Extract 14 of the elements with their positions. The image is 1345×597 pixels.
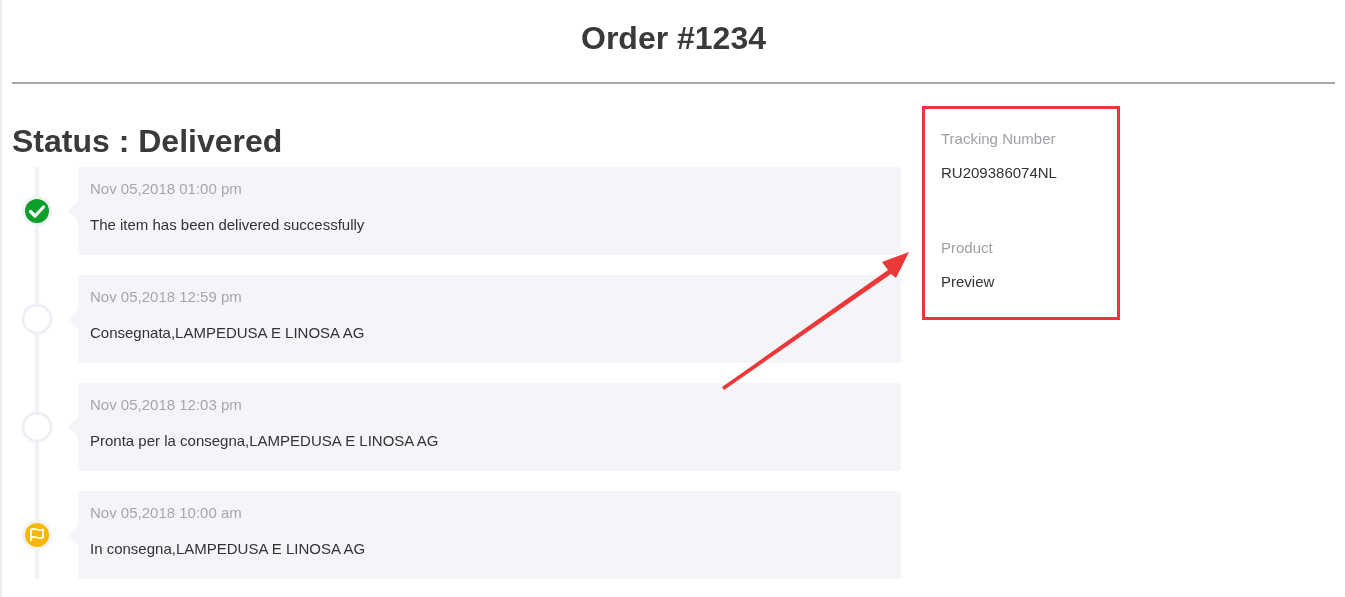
event-date: Nov 05,2018 10:00 am — [90, 503, 243, 523]
event-description: Pronta per la consegna,LAMPEDUSA E LINOSA AG — [90, 431, 440, 451]
event-date: Nov 05,2018 12:03 pm — [90, 395, 243, 415]
event-description: The item has been delivered successfully — [90, 215, 366, 235]
status-heading: Status : Delivered — [12, 122, 284, 161]
detail-label: Tracking Number — [941, 129, 1057, 149]
event-description: In consegna,LAMPEDUSA E LINOSA AG — [90, 539, 367, 559]
page-title: Order #1234 — [581, 19, 766, 58]
detail-label: Product — [941, 238, 994, 258]
detail-value: RU209386074NL — [941, 163, 1058, 183]
event-description: Consegnata,LAMPEDUSA E LINOSA AG — [90, 323, 366, 343]
event-date: Nov 05,2018 12:59 pm — [90, 287, 243, 307]
detail-value: Preview — [941, 272, 996, 292]
event-date: Nov 05,2018 01:00 pm — [90, 179, 243, 199]
